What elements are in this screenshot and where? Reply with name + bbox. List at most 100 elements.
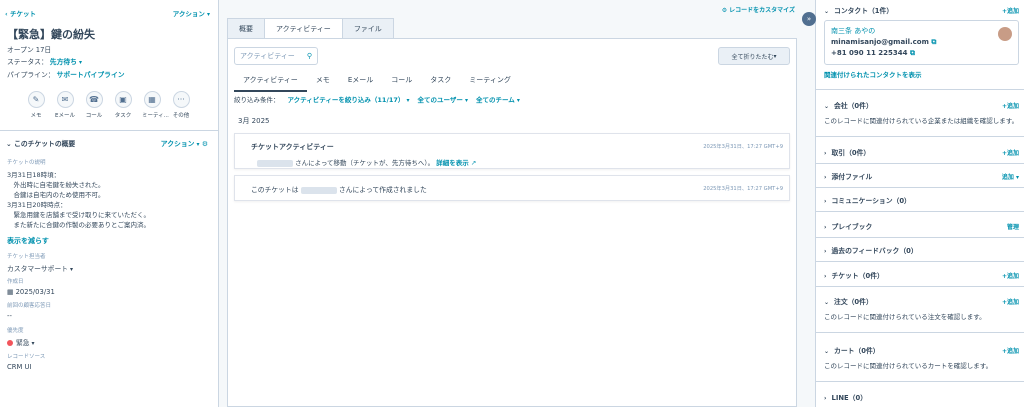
customize-record-link[interactable]: ⚙ レコードをカスタマイズ (722, 5, 795, 14)
activity-filter-dropdown[interactable]: アクティビティーを絞り込み（11/17） (288, 94, 410, 104)
add-ticket-button[interactable]: +追加 (1002, 271, 1019, 280)
section-empty-text: このレコードに関連付けられている注文を確認します。 (824, 313, 986, 321)
month-heading: 3月 2025 (238, 117, 270, 125)
chevron-down-icon: ⌄ (824, 103, 830, 110)
record-tabs: 概要 アクティビティー ファイル (227, 18, 394, 40)
collapse-sidebar-button[interactable]: » (802, 12, 816, 26)
activity-search-input[interactable]: アクティビティー ⚲ (234, 47, 318, 65)
section-header[interactable]: › LINE（0） (816, 387, 1024, 407)
status-dropdown[interactable]: 先方待ち (50, 56, 82, 69)
call-action-label: コール (85, 113, 103, 119)
priority-dot-icon (7, 340, 13, 346)
communications-section: › コミュニケーション（0） (816, 190, 1024, 212)
manage-playbooks-button[interactable]: 管理 (1007, 222, 1019, 231)
task-action-button[interactable]: ▣ タスク (113, 91, 133, 119)
entry-title: チケットアクティビティー (251, 143, 334, 151)
quick-actions: ✎ メモ ✉ Eメール ☎ コール ▣ タスク ▦ ミーティ... ··· その他 (26, 91, 191, 119)
section-header[interactable]: › 添付ファイル 追加 (816, 166, 1024, 186)
tab-overview[interactable]: 概要 (227, 18, 265, 40)
show-less-link[interactable]: 表示を減らす (7, 236, 49, 246)
add-contact-button[interactable]: +追加 (1002, 6, 1019, 15)
activity-subtabs: アクティビティー メモ Eメール コール タスク ミーティング (234, 72, 520, 92)
view-related-contacts-link[interactable]: 関連付けられたコンタクトを表示 (816, 65, 1024, 83)
section-empty-text: このレコードに関連付けられているカートを確認します。 (824, 362, 993, 370)
description-line: 緊急用鍵を店舗まで受け取りに来ていただく。 (7, 211, 151, 219)
email-action-button[interactable]: ✉ Eメール (55, 91, 75, 119)
ticket-actions-menu[interactable]: アクション (173, 8, 210, 18)
priority-dropdown[interactable]: 緊急 (16, 339, 35, 347)
add-cart-button[interactable]: +追加 (1002, 346, 1019, 355)
collapse-all-button[interactable]: 全て折りたたむ (718, 47, 790, 65)
gear-icon[interactable]: ⚙ (202, 140, 208, 148)
summary-actions-menu[interactable]: アクション (161, 140, 200, 148)
view-details-link[interactable]: 詳細を表示 (436, 159, 469, 167)
activity-entry[interactable]: チケットアクティビティー さんによって移動（チケットが、先方待ちへ）。 詳細を表… (234, 133, 790, 169)
orders-section: ⌄ 注文（0件） +追加 このレコードに関連付けられている注文を確認します。 (816, 291, 1024, 333)
envelope-icon: ✉ (56, 91, 74, 108)
pencil-icon: ✎ (27, 91, 45, 108)
contacts-section-header[interactable]: ⌄ コンタクト（1件） +追加 (816, 0, 1024, 20)
section-header[interactable]: › コミュニケーション（0） (816, 190, 1024, 210)
add-attachment-button[interactable]: 追加 (1002, 172, 1019, 181)
subtab-email[interactable]: Eメール (339, 72, 382, 92)
description-line: 合鍵は自宅内のため使用不可。 (7, 191, 105, 199)
redacted-name (300, 186, 337, 194)
open-label: オープン (7, 46, 34, 54)
description-text[interactable]: 3月31日18時頃： 外出時に自宅鍵を紛失された。 合鍵は自宅内のため使用不可。… (7, 170, 150, 230)
created-value[interactable]: 2025/03/31 (16, 288, 55, 296)
source-field: レコードソース CRM UI (7, 352, 45, 371)
add-order-button[interactable]: +追加 (1002, 297, 1019, 306)
search-icon: ⚲ (306, 52, 312, 60)
section-header[interactable]: ⌄ カート（0件） +追加 (816, 340, 1024, 360)
pipeline-dropdown[interactable]: サポートパイプライン (57, 69, 125, 81)
priority-field: 優先度 緊急 (7, 326, 35, 347)
section-header[interactable]: ⌄ 会社（0件） +追加 (816, 95, 1024, 115)
deals-section: › 取引（0件） +追加 (816, 142, 1024, 164)
section-title: カート（0件） (834, 347, 880, 355)
section-header[interactable]: ⌄ 注文（0件） +追加 (816, 291, 1024, 311)
call-action-button[interactable]: ☎ コール (84, 91, 104, 119)
chevron-right-icon: › (824, 395, 827, 402)
activity-card: アクティビティー ⚲ 全て折りたたむ アクティビティー メモ Eメール コール … (227, 38, 797, 407)
tab-files[interactable]: ファイル (341, 18, 394, 40)
note-action-button[interactable]: ✎ メモ (26, 91, 46, 119)
section-header[interactable]: › プレイブック 管理 (816, 216, 1024, 236)
section-header[interactable]: › チケット（0件） +追加 (816, 265, 1024, 285)
user-filter-dropdown[interactable]: 全てのユーザー (417, 94, 467, 104)
contact-card[interactable]: 南三条 あやの minamisanjo@gmail.com ⧉ +81 090 … (824, 20, 1019, 65)
section-header[interactable]: › 取引（0件） +追加 (816, 142, 1024, 162)
activity-entry[interactable]: このチケットは さんによって作成されました 2025年3月31日、17:27 G… (234, 175, 790, 201)
contact-phone[interactable]: +81 090 11 225344 ⧉ (831, 48, 1012, 59)
section-title: 過去のフィードバック（0） (831, 247, 918, 255)
subtab-activity[interactable]: アクティビティー (234, 72, 307, 92)
entry-timestamp: 2025年3月31日、17:27 GMT+9 (703, 186, 783, 192)
back-link-label: チケット (9, 10, 36, 18)
meeting-action-button[interactable]: ▦ ミーティ... (142, 91, 169, 119)
back-to-tickets-link[interactable]: ‹ チケット (5, 8, 36, 18)
add-company-button[interactable]: +追加 (1002, 101, 1019, 110)
subtab-meetings[interactable]: ミーティング (460, 72, 520, 92)
redacted-name (257, 159, 293, 167)
subtab-notes[interactable]: メモ (307, 72, 339, 92)
last-activity-value[interactable]: -- (7, 312, 51, 320)
owner-dropdown[interactable]: カスタマーサポート (7, 263, 73, 273)
subtab-tasks[interactable]: タスク (421, 72, 460, 92)
description-label: チケットの説明 (7, 160, 46, 166)
more-action-button[interactable]: ··· その他 (171, 91, 191, 119)
contacts-section: ⌄ コンタクト（1件） +追加 南三条 あやの minamisanjo@gmail… (816, 0, 1024, 90)
section-title: LINE（0） (831, 394, 867, 402)
copy-icon[interactable]: ⧉ (910, 49, 915, 57)
copy-icon[interactable]: ⧉ (931, 38, 936, 46)
contact-email[interactable]: minamisanjo@gmail.com ⧉ (831, 37, 1012, 48)
contact-name-link[interactable]: 南三条 あやの (831, 26, 1012, 37)
main-content: ⚙ レコードをカスタマイズ 概要 アクティビティー ファイル アクティビティー … (219, 0, 815, 407)
tab-activity[interactable]: アクティビティー (264, 18, 343, 40)
carts-section: ⌄ カート（0件） +追加 このレコードに関連付けられているカートを確認します。 (816, 340, 1024, 382)
chevron-right-icon: › (824, 150, 827, 157)
description-line: 3月31日20時時点： (7, 201, 67, 209)
section-header[interactable]: › 過去のフィードバック（0） (816, 240, 1024, 260)
subtab-calls[interactable]: コール (382, 72, 421, 92)
add-deal-button[interactable]: +追加 (1002, 148, 1019, 157)
summary-header[interactable]: ⌄ このチケットの概要 アクション ⚙ (6, 138, 208, 148)
team-filter-dropdown[interactable]: 全てのチーム (476, 94, 520, 104)
